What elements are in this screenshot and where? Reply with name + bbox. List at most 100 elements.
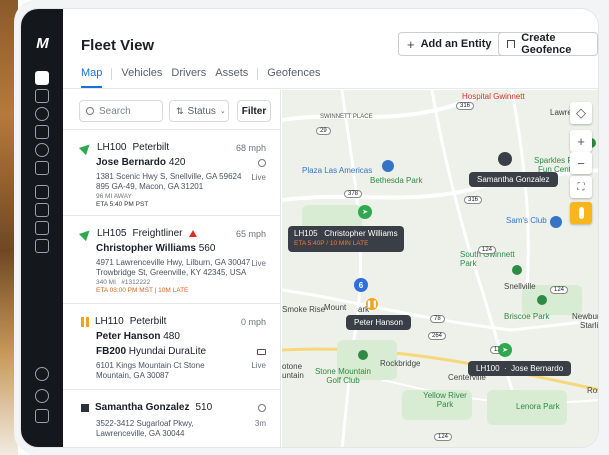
zoom-in-icon[interactable]: +	[570, 130, 592, 152]
moving-vehicle-marker[interactable]: ➤	[498, 343, 512, 357]
lh100-tag-unit: LH100	[476, 364, 500, 373]
lh105-map-tag[interactable]: LH105 Christopher Williams ETA 5:40P / 1…	[288, 226, 404, 252]
trailer-unit: FB200	[96, 346, 127, 357]
app-window: M Fleet View + Add an Entity ⌄ Create Ge…	[20, 8, 599, 448]
status-dropdown[interactable]: ⇅ Status ⌄	[169, 100, 229, 122]
vehicle-list-pane: Search ⇅ Status ⌄ Filter LH100 Peterbilt…	[63, 90, 281, 447]
sort-icon: ⇅	[176, 105, 184, 116]
samantha-map-tag[interactable]: Samantha Gonzalez	[469, 172, 558, 187]
driver-name: Samantha Gonzalez	[95, 402, 190, 413]
park-marker	[537, 295, 547, 305]
add-entity-label: Add an Entity	[420, 38, 492, 50]
trip-id: #1312222	[121, 279, 151, 286]
moving-vehicle-marker[interactable]: ➤	[358, 205, 372, 219]
vehicle-card[interactable]: LH110 Peterbilt 0 mph Peter Hanson 480 F…	[63, 304, 280, 390]
map-place: Plaza Las Americas	[302, 166, 373, 175]
vehicle-card[interactable]: LH105 Freightliner 65 mph Christopher Wi…	[63, 216, 280, 304]
nav-fleet-icon[interactable]	[35, 71, 49, 85]
lh105-tag-driver: Christopher Williams	[324, 229, 398, 238]
park-marker	[512, 265, 522, 275]
tab-geofences[interactable]: Geofences	[267, 67, 320, 88]
driver-id: 510	[195, 402, 213, 413]
peter-map-tag[interactable]: Peter Hanson	[346, 315, 411, 330]
paused-vehicle-marker[interactable]: ❚❚	[366, 298, 378, 310]
vehicle-card[interactable]: LH100 Peterbilt 68 mph Jose Bernardo 420…	[63, 130, 280, 216]
route-shield: 378	[344, 190, 363, 198]
filter-button[interactable]: Filter	[237, 100, 271, 122]
nav-dispatch-icon[interactable]	[35, 185, 49, 199]
fullscreen-icon[interactable]: ⛶	[570, 176, 592, 198]
route-shield: 29	[316, 127, 331, 135]
nav-analytics-icon[interactable]	[35, 221, 49, 235]
fleet-map[interactable]: Hospital Gwinnett Lawren SWINNETT PLACE …	[282, 90, 598, 447]
nav-help-icon[interactable]	[35, 389, 49, 403]
page-title: Fleet View	[81, 37, 155, 54]
create-geofence-button[interactable]: Create Geofence	[498, 32, 598, 56]
list-toolbar: Search ⇅ Status ⌄ Filter	[63, 90, 280, 130]
unit-number: LH105	[97, 228, 127, 239]
map-place: Sparkles F	[534, 156, 573, 165]
origin-address: 4971 Lawrenceville Hwy, Lilburn, GA 3004…	[96, 258, 251, 267]
speed: 65 mph	[235, 228, 266, 239]
tab-divider	[111, 68, 113, 80]
eta: ETA 03:00 PM MST	[96, 287, 153, 294]
route-shield: 124	[478, 246, 497, 254]
destination-address: 895 GA-49, Macon, GA 31201	[96, 182, 204, 191]
map-place: Mount	[324, 303, 347, 312]
place-marker	[550, 216, 562, 228]
map-place: Briscoe Park	[504, 312, 550, 321]
nav-drivers-icon[interactable]	[35, 161, 49, 175]
app-logo[interactable]: M	[30, 35, 54, 52]
map-place: Starlight	[580, 321, 598, 330]
current-address: 6101 Kings Mountain Ct Stone Mountain, G…	[96, 361, 205, 380]
lh100-map-tag[interactable]: LH100 · Jose Bernardo	[468, 361, 572, 376]
tab-vehicles[interactable]: Vehicles	[121, 67, 162, 88]
park-marker	[358, 350, 368, 360]
warning-icon	[188, 230, 197, 237]
cluster-marker[interactable]: 6	[354, 278, 368, 292]
origin-address: 1381 Scenic Hwy S, Snellville, GA 59624	[96, 172, 242, 181]
nav-notifications-icon[interactable]	[35, 409, 49, 423]
map-place: Smoke Rise	[282, 305, 326, 314]
paused-icon	[81, 316, 89, 327]
nav-reports-icon[interactable]	[35, 125, 49, 139]
zoom-out-icon[interactable]: −	[570, 152, 592, 174]
search-placeholder: Search	[99, 105, 131, 117]
speed: 0 mph	[240, 316, 266, 327]
nav-forms-icon[interactable]	[35, 203, 49, 217]
eta: ETA 5:40 PM PST	[96, 201, 149, 208]
driver-name: Peter Hanson	[96, 331, 161, 342]
driver-card[interactable]: Samantha Gonzalez 510 3522-3412 Sugarloa…	[63, 390, 280, 447]
stopped-icon	[81, 403, 89, 412]
map-place: otone	[282, 362, 303, 371]
map-place: Ros	[587, 386, 598, 395]
nav-users-icon[interactable]	[35, 367, 49, 381]
vehicle-make: Peterbilt	[129, 316, 167, 327]
live-status: Live	[251, 258, 266, 268]
driver-id: 480	[163, 331, 180, 342]
add-entity-button[interactable]: + Add an Entity ⌄	[398, 32, 514, 56]
tab-divider	[257, 68, 259, 80]
live-status: Live	[251, 172, 266, 182]
lh105-tag-eta: ETA 5:40P / 10 MIN LATE	[294, 240, 369, 247]
layers-icon[interactable]: ◇	[570, 102, 592, 124]
driver-name: Christopher Williams	[96, 243, 196, 254]
route-shield: 124	[550, 286, 569, 294]
tab-map[interactable]: Map	[81, 67, 103, 88]
plus-icon: +	[407, 36, 415, 52]
tab-assets[interactable]: Assets	[215, 67, 248, 88]
map-place: Sam's Club	[506, 216, 547, 225]
stopped-vehicle-marker[interactable]	[498, 152, 512, 166]
street-view-icon[interactable]	[570, 202, 592, 224]
nav-documents-icon[interactable]	[35, 89, 49, 103]
map-place: Newbury P	[572, 312, 598, 321]
nav-routes-icon[interactable]	[35, 143, 49, 157]
tab-drivers[interactable]: Drivers	[171, 67, 206, 88]
nav-maintenance-icon[interactable]	[35, 239, 49, 253]
nav-safety-icon[interactable]	[35, 107, 49, 121]
search-input[interactable]: Search	[79, 100, 163, 122]
destination-address: Trowbridge St, Greenville, KY 42345, USA	[96, 268, 247, 277]
driver-id: 560	[198, 243, 216, 254]
clock-icon	[258, 158, 266, 167]
map-place: Hospital Gwinnett	[462, 92, 525, 101]
